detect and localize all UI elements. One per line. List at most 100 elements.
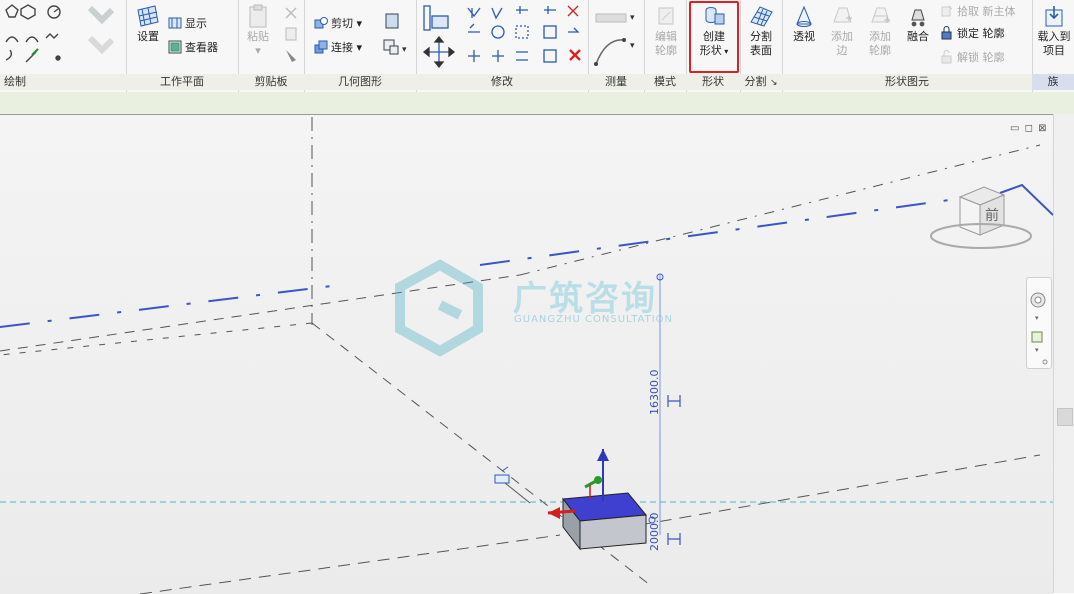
divide-surface-label-1: 分割: [750, 30, 772, 43]
panel-label-work-plane: 工作平面: [126, 74, 238, 90]
load-label-1: 载入到: [1037, 30, 1071, 43]
panel-form-element: 透视 添加 边 添加 轮廓 融合 拾取 新主体 锁定 轮廓 解锁 轮廓 形状图元: [782, 0, 1033, 92]
xray-label: 透视: [793, 30, 815, 43]
viewcube-compass-ring[interactable]: [926, 219, 1036, 253]
watermark-subtitle: GUANGZHU CONSULTATION: [514, 314, 674, 325]
dissolve-button[interactable]: 融合: [900, 4, 936, 44]
xray-icon: [796, 5, 812, 27]
load-label-2: 项目: [1043, 44, 1065, 57]
view-canvas[interactable]: 广筑咨询 GUANGZHU CONSULTATION 16300.0 2000.…: [0, 114, 1053, 594]
panel-draw: 绘制: [0, 0, 127, 92]
modify-tools-icons[interactable]: [420, 2, 588, 72]
steering-wheel-icon[interactable]: ▾ ▾: [1027, 278, 1051, 368]
add-edge-icon: [833, 7, 852, 23]
join-label: 连接: [331, 41, 353, 54]
cut-copy-icons[interactable]: [282, 4, 302, 68]
viewer-icon: [168, 40, 182, 54]
show-work-plane-button[interactable]: 显示: [168, 16, 207, 32]
svg-text:▾: ▾: [630, 13, 635, 23]
add-edge-label-1: 添加: [831, 30, 853, 43]
join-geometry-button[interactable]: 连接 ▾: [314, 40, 362, 56]
load-into-project-button[interactable]: 载入到 项目: [1034, 4, 1074, 58]
vertical-scrollbar[interactable]: [1053, 114, 1074, 593]
add-edge-label-2: 边: [836, 44, 848, 57]
panel-label-modify: 修改: [416, 74, 588, 90]
lock-profiles-button[interactable]: 锁定 轮廓: [940, 26, 1005, 42]
show-label: 显示: [185, 17, 207, 30]
grid-plane-icon: [137, 5, 159, 27]
dissolve-icon: [911, 9, 925, 27]
join-geometry-icon: [314, 40, 328, 54]
unlock-profiles-button[interactable]: 解锁 轮廓: [940, 50, 1005, 66]
lock-profiles-label: 锁定 轮廓: [957, 27, 1005, 40]
panel-label-divide: 分割 ↘: [740, 74, 782, 90]
panel-work-plane: 设置 显示 查看器 工作平面: [126, 0, 239, 92]
panel-mode: 编辑 轮廓 模式: [644, 0, 687, 92]
panel-modify: 修改: [416, 0, 589, 92]
draw-tools-icon[interactable]: [2, 2, 122, 72]
lock-icon: [941, 26, 952, 40]
panel-geometry: 剪切 ▾ 连接 ▾ ▾ 几何图形: [304, 0, 417, 92]
paste-dropdown-arrow[interactable]: ▾: [255, 44, 261, 57]
panel-divide: 分割 表面 分割 ↘: [740, 0, 783, 92]
svg-text:▾: ▾: [630, 41, 635, 51]
panel-clipboard: 粘贴 ▾ 剪贴板: [238, 0, 305, 92]
divide-surface-button[interactable]: 分割 表面: [742, 4, 780, 58]
add-profile-button[interactable]: 添加 轮廓: [862, 4, 898, 58]
add-profile-icon: [871, 7, 890, 23]
create-form-highlight: [689, 1, 739, 73]
divide-surface-label-2: 表面: [750, 44, 772, 57]
viewer-button[interactable]: 查看器: [168, 40, 218, 56]
geometry-extra-icons[interactable]: ▾: [382, 12, 412, 62]
svg-text:▾: ▾: [402, 45, 407, 55]
dimension-small-label[interactable]: 2000.0: [648, 513, 661, 552]
panel-label-family-editor: 族: [1032, 74, 1074, 90]
view-window-controls[interactable]: ▭ ◻ ⊠: [1010, 123, 1048, 134]
svg-text:▾: ▾: [1035, 346, 1039, 354]
paste-label: 粘贴: [247, 30, 269, 43]
divide-surface-icon: [750, 6, 773, 27]
panel-label-clipboard: 剪贴板: [238, 74, 304, 90]
panel-label-geometry: 几何图形: [304, 74, 416, 90]
watermark-title: 广筑咨询: [513, 279, 657, 319]
svg-text:▾: ▾: [1035, 314, 1039, 322]
ribbon: 绘制 设置 显示 查看器 工作平面 粘贴 ▾ 剪贴板 剪切 ▾ 连接 ▾ ▾ 几…: [0, 0, 1074, 93]
xray-button[interactable]: 透视: [786, 4, 822, 44]
model-scene[interactable]: [0, 115, 1053, 594]
measure-icons[interactable]: ▾ ▾: [590, 2, 640, 72]
drawing-viewport[interactable]: 广筑咨询 GUANGZHU CONSULTATION 16300.0 2000.…: [0, 114, 1074, 594]
panel-label-form-element: 形状图元: [782, 74, 1032, 90]
set-label: 设置: [137, 30, 159, 43]
dissolve-label: 融合: [907, 30, 929, 43]
dimension-height-label[interactable]: 16300.0: [648, 370, 661, 416]
edit-profile-icon: [658, 7, 674, 25]
panel-family-editor: 载入到 项目 族: [1032, 0, 1074, 92]
edit-profile-label-1: 编辑: [655, 30, 677, 43]
edit-profile-button[interactable]: 编辑 轮廓: [647, 4, 685, 58]
panel-label-measure: 测量: [588, 74, 644, 90]
panel-measure: ▾ ▾ 测量: [588, 0, 645, 92]
add-profile-label-2: 轮廓: [869, 44, 891, 57]
add-edge-button[interactable]: 添加 边: [824, 4, 860, 58]
paste-button[interactable]: 粘贴 ▾: [242, 4, 274, 58]
panel-label-shape: 形状: [686, 74, 740, 90]
panel-label-draw: 绘制: [0, 74, 126, 90]
set-work-plane-button[interactable]: 设置: [130, 4, 166, 44]
panel-launcher-icon[interactable]: ↘: [770, 78, 778, 88]
scrollbar-thumb[interactable]: [1057, 408, 1073, 426]
cut-geometry-icon: [314, 17, 328, 29]
viewer-label: 查看器: [185, 41, 218, 54]
pick-new-host-button[interactable]: 拾取 新主体: [940, 4, 1016, 20]
unlock-profiles-label: 解锁 轮廓: [957, 51, 1005, 64]
load-into-project-icon: [1045, 6, 1063, 27]
unlock-icon: [941, 50, 952, 64]
navigation-bar[interactable]: ▾ ▾: [1026, 277, 1052, 369]
add-profile-label-1: 添加: [869, 30, 891, 43]
clipboard-icon: [249, 4, 267, 28]
cut-label: 剪切: [331, 17, 353, 30]
panel-label-mode: 模式: [644, 74, 686, 90]
divide-panel-title: 分割: [744, 75, 767, 88]
show-plane-icon: [168, 17, 182, 29]
ribbon-options-bar: [0, 92, 1074, 114]
cut-geometry-button[interactable]: 剪切 ▾: [314, 16, 362, 32]
